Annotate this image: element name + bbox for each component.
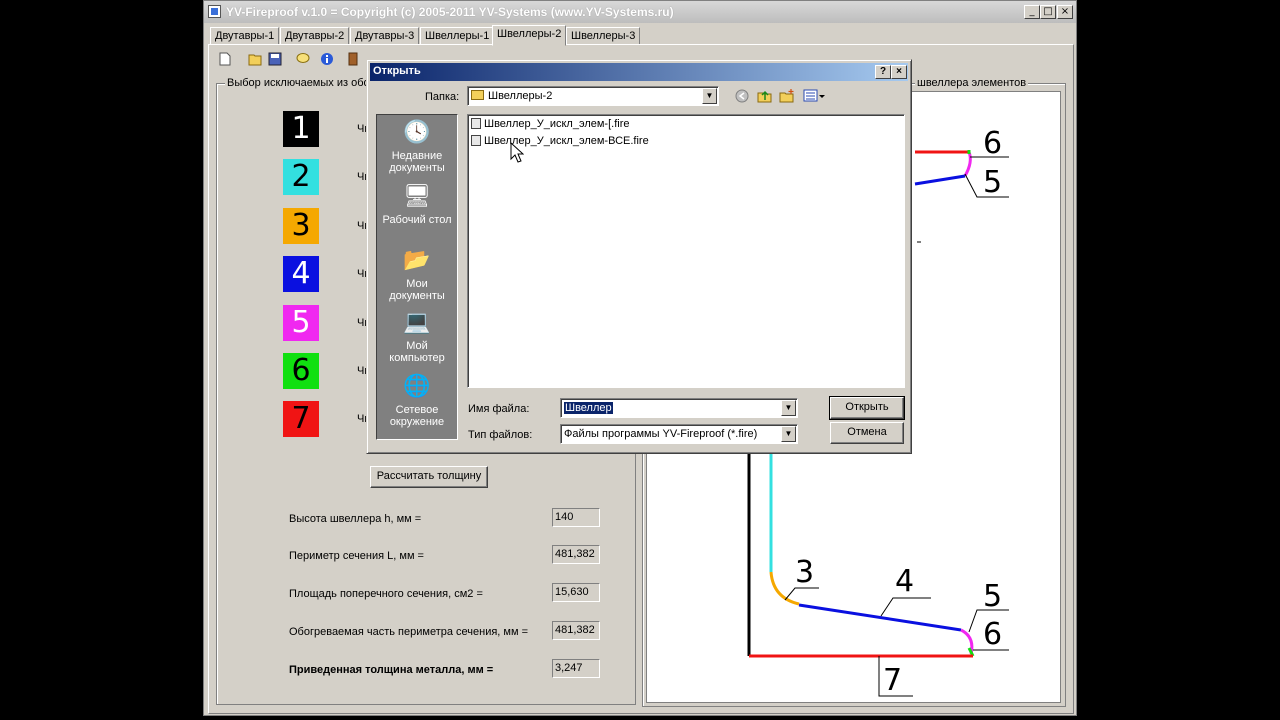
folder-combobox[interactable]: Швеллеры-2 ▼ [467,86,719,106]
up-folder-icon[interactable] [757,88,773,107]
recent-documents-icon: 🕓 [403,120,431,145]
element-3-swatch[interactable]: 3 [283,208,319,244]
fire-file-icon [471,135,481,146]
place-my-documents[interactable]: 📂 Мои документы [377,247,457,302]
label-4: 4 [895,564,914,599]
element-6-swatch[interactable]: 6 [283,353,319,389]
calculate-thickness-button[interactable]: Рассчитать толщину [370,466,488,488]
places-bar: 🕓 Недавние документы 🖥 Рабочий стол 📂 Мо… [376,114,458,440]
folder-label: Папка: [425,91,460,103]
filename-value: Швеллер [564,402,613,414]
label-3: 3 [795,555,814,590]
dialog-close-button[interactable]: × [891,65,907,79]
top-flange-magenta-arc [963,151,972,177]
param-heated-perimeter-value: 481,382 [552,621,600,640]
flange-blue-line [798,603,962,632]
label-7: 7 [883,663,902,698]
label-5-top: 5 [983,165,1002,200]
place-my-computer[interactable]: 💻 Мой компьютер [377,309,457,364]
filename-input[interactable]: Швеллер ▼ [560,398,798,418]
param-area-value: 15,630 [552,583,600,602]
filetype-select[interactable]: Файлы программы YV-Fireproof (*.fire) ▼ [560,424,798,444]
label-5: 5 [983,579,1002,614]
top-flange-blue-line [914,174,966,186]
open-file-dialog: Открыть ? × Папка: Швеллеры-2 ▼ 🕓 Недавн… [366,59,912,454]
list-item[interactable]: Швеллер_У_искл_элем-[.fire [471,118,630,130]
mouse-cursor-icon [510,142,524,163]
param-heated-perimeter-label: Обогреваемая часть периметра сечения, мм… [289,626,529,638]
place-desktop-label: Рабочий стол [382,214,452,226]
label-4-leader [880,597,931,617]
filetype-dropdown-arrow[interactable]: ▼ [781,426,796,442]
element-7-swatch[interactable]: 7 [283,401,319,437]
open-file-icon[interactable] [246,50,264,68]
view-menu-icon[interactable] [803,89,825,106]
folder-dropdown-arrow[interactable]: ▼ [702,88,717,104]
back-icon[interactable] [735,89,749,106]
desktop-icon: 🖥 [403,184,431,209]
tab-shvellery-1[interactable]: Швеллеры-1 [420,27,495,45]
maximize-button[interactable]: □ [1040,5,1056,19]
folder-icon [471,90,484,100]
filename-dropdown-arrow[interactable]: ▼ [781,400,796,416]
section-group-legend: швеллера элементов [915,77,1029,89]
my-computer-icon: 💻 [403,310,431,335]
tab-dvutavry-2[interactable]: Двутавры-2 [280,27,350,45]
element-5-swatch[interactable]: 5 [283,305,319,341]
element-4-swatch[interactable]: 4 [283,256,319,292]
param-area-label: Площадь поперечного сечения, см2 = [289,588,483,600]
param-perimeter-label: Периметр сечения L, мм = [289,550,424,562]
param-height-value: 140 [552,508,600,527]
place-network[interactable]: 🌐 Сетевое окружение [377,373,457,428]
place-recent-label: Недавние документы [389,150,445,174]
tab-shvellery-3[interactable]: Швеллеры-3 [566,27,641,45]
save-file-icon[interactable] [266,50,284,68]
param-reduced-thickness-label: Приведенная толщина металла, мм = [289,664,494,676]
network-icon: 🌐 [403,374,431,399]
filetype-label: Тип файлов: [468,429,533,441]
place-my-computer-label: Мой компьютер [389,340,445,364]
place-recent-documents[interactable]: 🕓 Недавние документы [377,119,457,174]
list-item[interactable]: Швеллер_У_искл_элем-ВСЕ.fire [471,135,649,147]
title-bar[interactable]: YV-Fireproof v.1.0 = Copyright (c) 2005-… [204,1,1076,23]
label-6-top: 6 [983,126,1002,161]
new-folder-icon[interactable] [779,88,795,107]
label-6: 6 [983,617,1002,652]
param-height-label: Высота швеллера h, мм = [289,513,422,525]
place-my-documents-label: Мои документы [389,278,445,302]
filename-label: Имя файла: [468,403,530,415]
tab-shvellery-2[interactable]: Швеллеры-2 [492,25,567,46]
close-button[interactable]: × [1057,5,1073,19]
filetype-value: Файлы программы YV-Fireproof (*.fire) [564,428,758,440]
open-button[interactable]: Открыть [829,396,905,420]
my-documents-icon: 📂 [403,248,431,273]
param-perimeter-value: 481,382 [552,545,600,564]
element-1-swatch[interactable]: 1 [283,111,319,147]
dialog-title-bar[interactable]: Открыть ? × [370,63,908,81]
cancel-button[interactable]: Отмена [830,422,904,444]
dialog-title: Открыть [373,65,421,77]
dialog-help-button[interactable]: ? [875,65,891,79]
file-list[interactable]: Швеллер_У_искл_элем-[.fire Швеллер_У_иск… [467,114,905,388]
folder-value: Швеллеры-2 [488,90,553,102]
exclusion-group-legend: Выбор исключаемых из обо [225,77,372,89]
minimize-button[interactable]: _ [1024,5,1040,19]
exit-door-icon[interactable] [344,50,362,68]
new-file-icon[interactable] [216,50,234,68]
comment-icon[interactable] [294,50,312,68]
info-icon[interactable] [318,50,336,68]
tab-dvutavry-1[interactable]: Двутавры-1 [210,27,280,45]
fire-file-icon [471,118,481,129]
window-title: YV-Fireproof v.1.0 = Copyright (c) 2005-… [226,5,674,19]
tab-dvutavry-3[interactable]: Двутавры-3 [350,27,420,45]
place-desktop[interactable]: 🖥 Рабочий стол [377,183,457,226]
app-icon[interactable] [208,5,221,18]
place-network-label: Сетевое окружение [389,404,445,428]
element-2-swatch[interactable]: 2 [283,159,319,195]
param-reduced-thickness-value: 3,247 [552,659,600,678]
